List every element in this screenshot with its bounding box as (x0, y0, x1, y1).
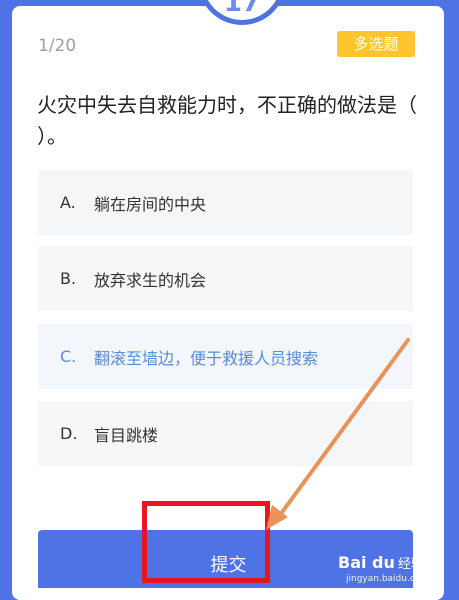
option-c[interactable]: C. 翻滚至墙边，便于救援人员搜索 (38, 324, 413, 389)
option-letter: B. (60, 269, 77, 288)
question-text: 火灾中失去自救能力时，不正确的做法是（ ）。 (37, 93, 417, 148)
option-letter: D. (60, 424, 78, 443)
annotation-highlight-box (142, 501, 270, 583)
countdown-timer: 17 (198, 0, 286, 25)
question-progress: 1/20 (38, 36, 77, 56)
option-text: 躺在房间的中央 (94, 194, 207, 214)
watermark-brand: Bai du (338, 553, 395, 572)
option-letter: A. (60, 193, 76, 212)
baidu-jingyan-watermark: Bai du 经验 jingyan.baidu.com (338, 553, 438, 587)
question-type-badge: 多选题 (337, 31, 415, 57)
option-a[interactable]: A. 躺在房间的中央 (38, 170, 413, 235)
watermark-sub: 经验 (398, 557, 425, 572)
option-d[interactable]: D. 盲目跳楼 (38, 401, 413, 466)
option-text: 翻滚至墙边，便于救援人员搜索 (94, 348, 319, 368)
option-letter: C. (60, 347, 77, 366)
watermark-url: jingyan.baidu.com (346, 574, 430, 584)
option-b[interactable]: B. 放弃求生的机会 (38, 246, 413, 311)
option-text: 盲目跳楼 (94, 425, 159, 445)
option-text: 放弃求生的机会 (94, 270, 207, 290)
timer-value: 17 (223, 0, 261, 18)
